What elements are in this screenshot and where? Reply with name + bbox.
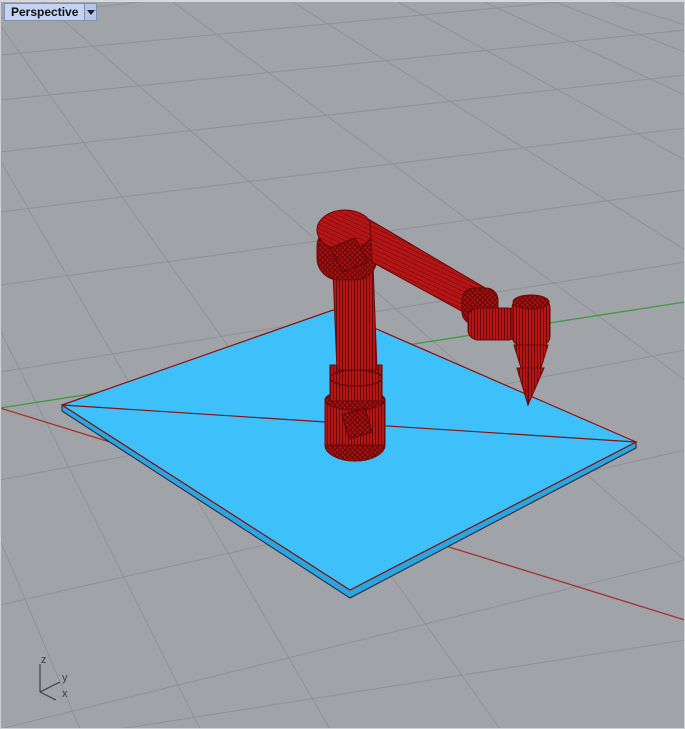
viewport-title[interactable]: Perspective xyxy=(5,4,84,20)
viewport-scene[interactable] xyxy=(0,0,685,729)
axis-widget-icon xyxy=(39,664,61,701)
axis-label-y: y xyxy=(62,672,68,684)
triangle-down-icon xyxy=(86,9,95,15)
perspective-viewport[interactable]: z y x Perspective xyxy=(0,0,685,729)
robot-wrist xyxy=(461,287,551,347)
robot-shoulder-joint xyxy=(316,209,378,281)
viewport-title-tab[interactable]: Perspective xyxy=(4,3,98,21)
viewport-menu-button[interactable] xyxy=(84,4,97,20)
axis-label-x: x xyxy=(62,688,68,700)
axis-label-z: z xyxy=(41,654,47,666)
robot-lower-link xyxy=(332,264,378,371)
robot-base xyxy=(324,364,386,462)
